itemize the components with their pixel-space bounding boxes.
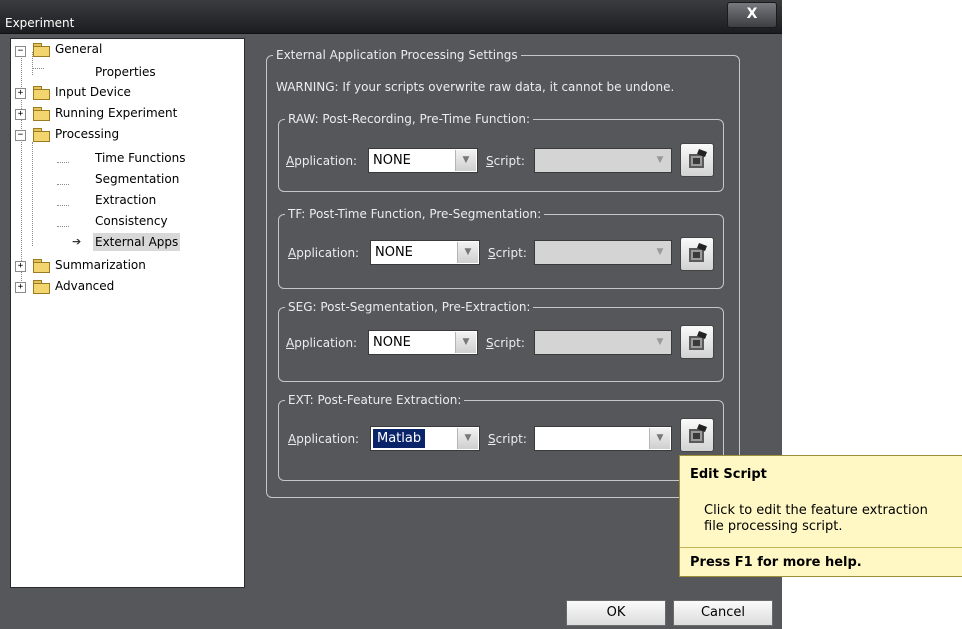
seg-script-select[interactable]: ▼ bbox=[534, 330, 672, 355]
tree-item-general[interactable]: General bbox=[55, 40, 102, 58]
chevron-down-icon[interactable]: ▼ bbox=[650, 150, 670, 171]
application-label: Application: bbox=[288, 432, 360, 446]
script-label: Script: bbox=[486, 154, 525, 168]
folder-open-icon bbox=[33, 128, 50, 142]
group-title: External Application Processing Settings bbox=[276, 48, 518, 62]
folder-icon bbox=[33, 107, 50, 121]
script-label: Script: bbox=[488, 246, 527, 260]
folder-icon bbox=[33, 280, 50, 294]
collapse-icon[interactable]: − bbox=[15, 130, 26, 141]
tooltip-line-2: file processing script. bbox=[704, 519, 843, 534]
settings-tree[interactable]: − General Properties + Input Device + Ru… bbox=[10, 38, 245, 588]
edit-script-icon bbox=[689, 149, 707, 168]
ok-button[interactable]: OK bbox=[566, 600, 666, 626]
cancel-button[interactable]: Cancel bbox=[673, 600, 773, 626]
tree-item-running-experiment[interactable]: Running Experiment bbox=[55, 104, 177, 122]
script-label: Script: bbox=[488, 432, 527, 446]
tooltip-line-1: Click to edit the feature extraction bbox=[704, 503, 928, 518]
expand-icon[interactable]: + bbox=[15, 88, 26, 99]
experiment-dialog: Experiment X − General Properties + Inpu… bbox=[0, 0, 782, 629]
application-label: Application: bbox=[286, 154, 358, 168]
raw-application-select[interactable]: NONE ▼ bbox=[368, 148, 478, 173]
application-label: Application: bbox=[286, 336, 358, 350]
tree-item-external-apps[interactable]: External Apps bbox=[93, 233, 181, 251]
warning-text: WARNING: If your scripts overwrite raw d… bbox=[276, 80, 675, 94]
chevron-down-icon[interactable]: ▼ bbox=[455, 150, 476, 171]
ext-edit-script-button[interactable] bbox=[680, 418, 714, 452]
folder-open-icon bbox=[33, 43, 50, 57]
expand-icon[interactable]: + bbox=[15, 109, 26, 120]
window-title: Experiment bbox=[5, 16, 75, 30]
ext-application-select[interactable]: Matlab ▼ bbox=[370, 426, 480, 451]
ext-script-select[interactable]: ▼ bbox=[534, 426, 672, 451]
chevron-down-icon[interactable]: ▼ bbox=[457, 428, 478, 449]
title-bar: Experiment X bbox=[0, 0, 782, 34]
close-button[interactable]: X bbox=[727, 2, 777, 28]
seg-section-title: SEG: Post-Segmentation, Pre-Extraction: bbox=[288, 300, 531, 314]
arrow-right-icon: ➔ bbox=[72, 235, 82, 248]
tree-item-input-device[interactable]: Input Device bbox=[55, 83, 131, 101]
raw-script-select[interactable]: ▼ bbox=[534, 148, 672, 173]
tree-item-summarization[interactable]: Summarization bbox=[55, 256, 146, 274]
script-label: Script: bbox=[486, 336, 525, 350]
tree-item-advanced[interactable]: Advanced bbox=[55, 277, 114, 295]
ext-section-title: EXT: Post-Feature Extraction: bbox=[288, 393, 462, 407]
tree-item-extraction[interactable]: Extraction bbox=[95, 191, 156, 209]
seg-application-select[interactable]: NONE ▼ bbox=[368, 330, 478, 355]
raw-section-title: RAW: Post-Recording, Pre-Time Function: bbox=[288, 112, 531, 126]
chevron-down-icon[interactable]: ▼ bbox=[457, 242, 478, 263]
edit-script-icon bbox=[689, 243, 707, 262]
edit-script-icon bbox=[689, 331, 707, 350]
chevron-down-icon[interactable]: ▼ bbox=[650, 332, 670, 353]
tooltip-help: Press F1 for more help. bbox=[690, 555, 862, 570]
expand-icon[interactable]: + bbox=[15, 282, 26, 293]
tree-item-segmentation[interactable]: Segmentation bbox=[95, 170, 179, 188]
chevron-down-icon[interactable]: ▼ bbox=[650, 242, 670, 263]
tree-item-properties[interactable]: Properties bbox=[95, 63, 156, 81]
tooltip-divider bbox=[680, 547, 962, 548]
tree-item-processing[interactable]: Processing bbox=[55, 125, 119, 143]
tf-application-select[interactable]: NONE ▼ bbox=[370, 240, 480, 265]
chevron-down-icon[interactable]: ▼ bbox=[649, 428, 670, 449]
edit-script-icon bbox=[689, 424, 707, 443]
seg-edit-script-button[interactable] bbox=[680, 325, 714, 359]
application-label: Application: bbox=[288, 246, 360, 260]
edit-script-tooltip: Edit Script Click to edit the feature ex… bbox=[679, 455, 962, 577]
tf-script-select[interactable]: ▼ bbox=[534, 240, 672, 265]
collapse-icon[interactable]: − bbox=[15, 46, 26, 57]
tooltip-title: Edit Script bbox=[690, 467, 767, 482]
tf-section-title: TF: Post-Time Function, Pre-Segmentation… bbox=[288, 207, 542, 221]
expand-icon[interactable]: + bbox=[15, 261, 26, 272]
tf-edit-script-button[interactable] bbox=[680, 237, 714, 271]
chevron-down-icon[interactable]: ▼ bbox=[455, 332, 476, 353]
tree-item-consistency[interactable]: Consistency bbox=[95, 212, 168, 230]
folder-icon bbox=[33, 86, 50, 100]
raw-edit-script-button[interactable] bbox=[680, 143, 714, 177]
tree-item-time-functions[interactable]: Time Functions bbox=[95, 149, 185, 167]
folder-icon bbox=[33, 259, 50, 273]
